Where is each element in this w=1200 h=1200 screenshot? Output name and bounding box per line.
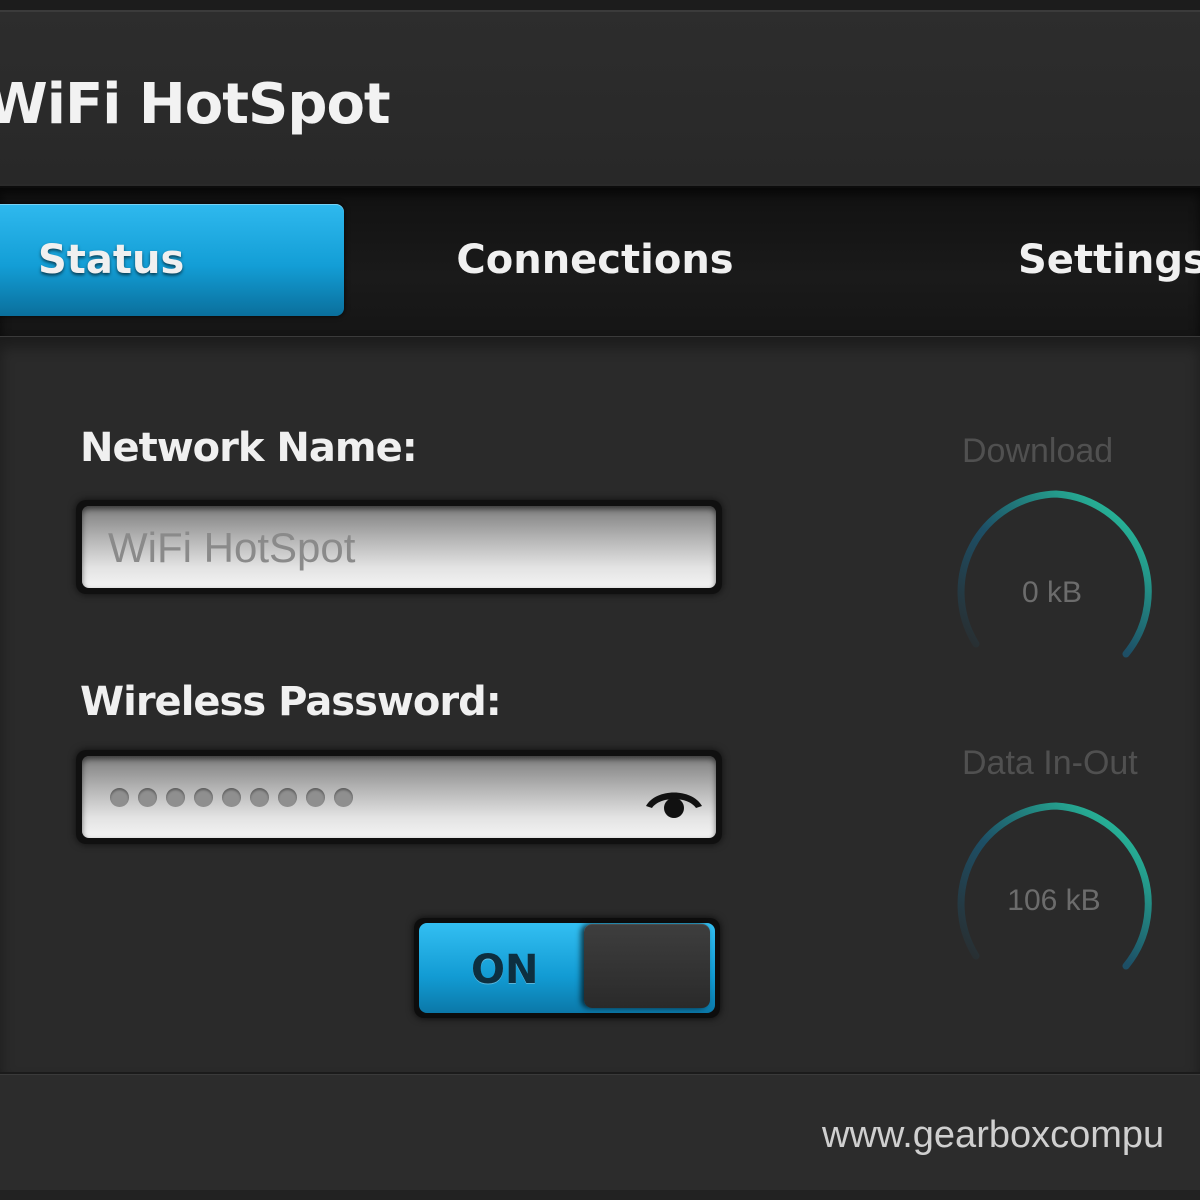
password-dot xyxy=(306,788,325,807)
data-in-out-gauge-label: Data In-Out xyxy=(962,744,1138,782)
download-gauge-label: Download xyxy=(962,432,1114,470)
window-top-border xyxy=(0,0,1200,12)
toggle-knob[interactable] xyxy=(584,924,710,1008)
footer: www.gearboxcompu xyxy=(0,1072,1200,1200)
password-mask[interactable] xyxy=(110,788,353,807)
app-window: WiFi HotSpot Status Connections Settings… xyxy=(0,0,1200,1200)
tab-connections[interactable]: Connections xyxy=(430,204,760,316)
hotspot-toggle[interactable]: ON xyxy=(414,918,720,1018)
wireless-password-field-inner xyxy=(82,756,716,838)
network-name-field[interactable] xyxy=(76,500,722,594)
title-bar: WiFi HotSpot xyxy=(0,12,1200,184)
password-dot xyxy=(250,788,269,807)
download-gauge-value: 0 kB xyxy=(1021,576,1083,609)
website-link[interactable]: www.gearboxcompu xyxy=(822,1114,1164,1157)
tab-settings[interactable]: Settings xyxy=(990,204,1200,316)
password-dot xyxy=(222,788,241,807)
password-dot xyxy=(138,788,157,807)
wireless-password-field[interactable] xyxy=(76,750,722,844)
password-dot xyxy=(166,788,185,807)
password-dot xyxy=(278,788,297,807)
network-name-label: Network Name: xyxy=(80,425,418,471)
window-bottom-edge xyxy=(0,1190,1200,1200)
data-in-out-gauge-value: 106 kB xyxy=(1007,884,1101,917)
toggle-on-label: ON xyxy=(471,947,539,993)
network-name-input[interactable] xyxy=(106,506,670,588)
tab-bar: Status Connections Settings xyxy=(0,186,1200,339)
network-name-field-inner xyxy=(82,506,716,588)
app-title: WiFi HotSpot xyxy=(0,72,391,137)
download-gauge-arc xyxy=(957,490,1152,658)
password-dot xyxy=(194,788,213,807)
eye-icon[interactable] xyxy=(642,776,706,822)
wireless-password-label: Wireless Password: xyxy=(80,679,502,725)
password-dot xyxy=(334,788,353,807)
tab-status[interactable]: Status xyxy=(0,204,344,316)
password-dot xyxy=(110,788,129,807)
